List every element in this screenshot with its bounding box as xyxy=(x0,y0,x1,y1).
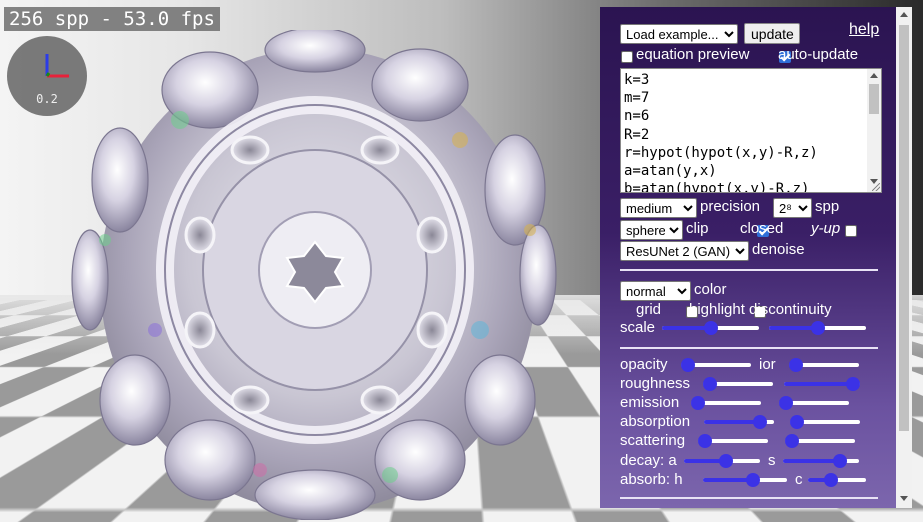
slider-thumb[interactable] xyxy=(833,454,847,468)
fractal-render xyxy=(71,30,557,520)
scattering-slider-left[interactable] xyxy=(698,433,768,449)
render-stats: 256 spp - 53.0 fps xyxy=(4,7,220,31)
scattering-label: scattering xyxy=(620,432,686,449)
slider-thumb[interactable] xyxy=(681,358,695,372)
roughness-slider-left[interactable] xyxy=(703,376,773,392)
control-panel: Load example... update help equation pre… xyxy=(600,7,912,508)
roughness-slider-right[interactable] xyxy=(784,376,860,392)
scattering-slider-right[interactable] xyxy=(785,433,855,449)
grid-label: grid xyxy=(636,301,662,318)
scale-slider-right[interactable] xyxy=(769,320,866,336)
slider-thumb[interactable] xyxy=(790,415,804,429)
highlight-discontinuity-label: highlight discontinuity xyxy=(689,301,832,318)
slider-thumb[interactable] xyxy=(810,321,825,335)
slider-thumb[interactable] xyxy=(753,415,767,429)
ior-slider[interactable] xyxy=(789,357,859,373)
axis-gizmo[interactable]: 0.2 xyxy=(7,36,87,116)
editor-scrollbar[interactable] xyxy=(867,69,881,192)
color-select[interactable]: normal xyxy=(620,281,691,301)
scale-label: scale xyxy=(620,319,656,336)
equation-preview-label: equation preview xyxy=(636,46,750,63)
emission-slider-right[interactable] xyxy=(779,395,849,411)
clip-select[interactable]: sphere xyxy=(620,220,683,240)
emission-label: emission xyxy=(620,394,680,411)
spp-select[interactable]: 2⁸ xyxy=(773,198,812,218)
slider-thumb[interactable] xyxy=(779,396,793,410)
opacity-slider[interactable] xyxy=(681,357,751,373)
absorb-slider-h[interactable] xyxy=(703,472,787,488)
spp-label: spp xyxy=(815,198,840,215)
example-select[interactable]: Load example... xyxy=(620,24,738,44)
equation-preview-checkbox[interactable] xyxy=(621,51,633,63)
absorption-label: absorption xyxy=(620,413,691,430)
editor-scroll-thumb[interactable] xyxy=(869,84,879,114)
slider-thumb[interactable] xyxy=(691,396,705,410)
slider-thumb[interactable] xyxy=(703,321,718,335)
resize-grip-icon[interactable] xyxy=(872,183,880,191)
ior-label: ior xyxy=(759,356,776,373)
roughness-label: roughness xyxy=(620,375,691,392)
update-button[interactable]: update xyxy=(744,23,800,44)
slider-thumb[interactable] xyxy=(789,358,803,372)
section-divider xyxy=(620,347,878,349)
panel-scroll-thumb[interactable] xyxy=(899,25,909,431)
section-divider xyxy=(620,269,878,271)
slider-thumb[interactable] xyxy=(746,473,761,487)
color-label: color xyxy=(694,281,727,298)
absorption-slider-left[interactable] xyxy=(704,414,774,430)
decay-s-label: s xyxy=(768,452,776,469)
slider-thumb[interactable] xyxy=(718,454,733,468)
equation-code[interactable]: k=3 m=7 n=6 R=2 r=hypot(hypot(x,y)-R,z) … xyxy=(624,71,818,192)
slider-thumb[interactable] xyxy=(703,377,717,391)
section-divider xyxy=(620,497,878,499)
slider-thumb[interactable] xyxy=(846,377,860,391)
help-link[interactable]: help xyxy=(849,21,879,39)
clip-label: clip xyxy=(686,220,709,237)
absorption-slider-right[interactable] xyxy=(790,414,860,430)
gizmo-scale-label: 0.2 xyxy=(36,92,58,106)
closed-label: closed xyxy=(740,220,784,237)
panel-scroll-up-icon[interactable] xyxy=(900,12,908,17)
decay-label: decay: a xyxy=(620,452,677,469)
emission-slider-left[interactable] xyxy=(691,395,761,411)
absorb-slider-c[interactable] xyxy=(808,472,866,488)
precision-select[interactable]: medium xyxy=(620,198,697,218)
opacity-label: opacity xyxy=(620,356,668,373)
decay-slider-a[interactable] xyxy=(684,453,760,469)
decay-slider-s[interactable] xyxy=(783,453,859,469)
panel-scrollbar[interactable] xyxy=(896,7,912,508)
absorb-c-label: c xyxy=(795,471,803,488)
absorb-label: absorb: h xyxy=(620,471,683,488)
y-up-checkbox[interactable] xyxy=(844,225,857,237)
denoise-label: denoise xyxy=(752,241,805,258)
slider-thumb[interactable] xyxy=(785,434,799,448)
slider-thumb[interactable] xyxy=(824,473,839,487)
auto-update-label: auto-update xyxy=(778,46,859,63)
panel-scroll-down-icon[interactable] xyxy=(900,496,908,501)
slider-fill xyxy=(704,420,760,424)
denoise-select[interactable]: ResUNet 2 (GAN) xyxy=(620,241,749,261)
equation-editor[interactable]: k=3 m=7 n=6 R=2 r=hypot(hypot(x,y)-R,z) … xyxy=(620,68,882,193)
z-axis-line xyxy=(45,72,51,77)
slider-fill xyxy=(783,459,840,463)
slider-thumb[interactable] xyxy=(698,434,712,448)
precision-label: precision xyxy=(700,198,761,215)
scroll-up-icon[interactable] xyxy=(870,73,878,78)
y-up-label: y-up xyxy=(811,220,841,237)
scale-slider-left[interactable] xyxy=(662,320,759,336)
